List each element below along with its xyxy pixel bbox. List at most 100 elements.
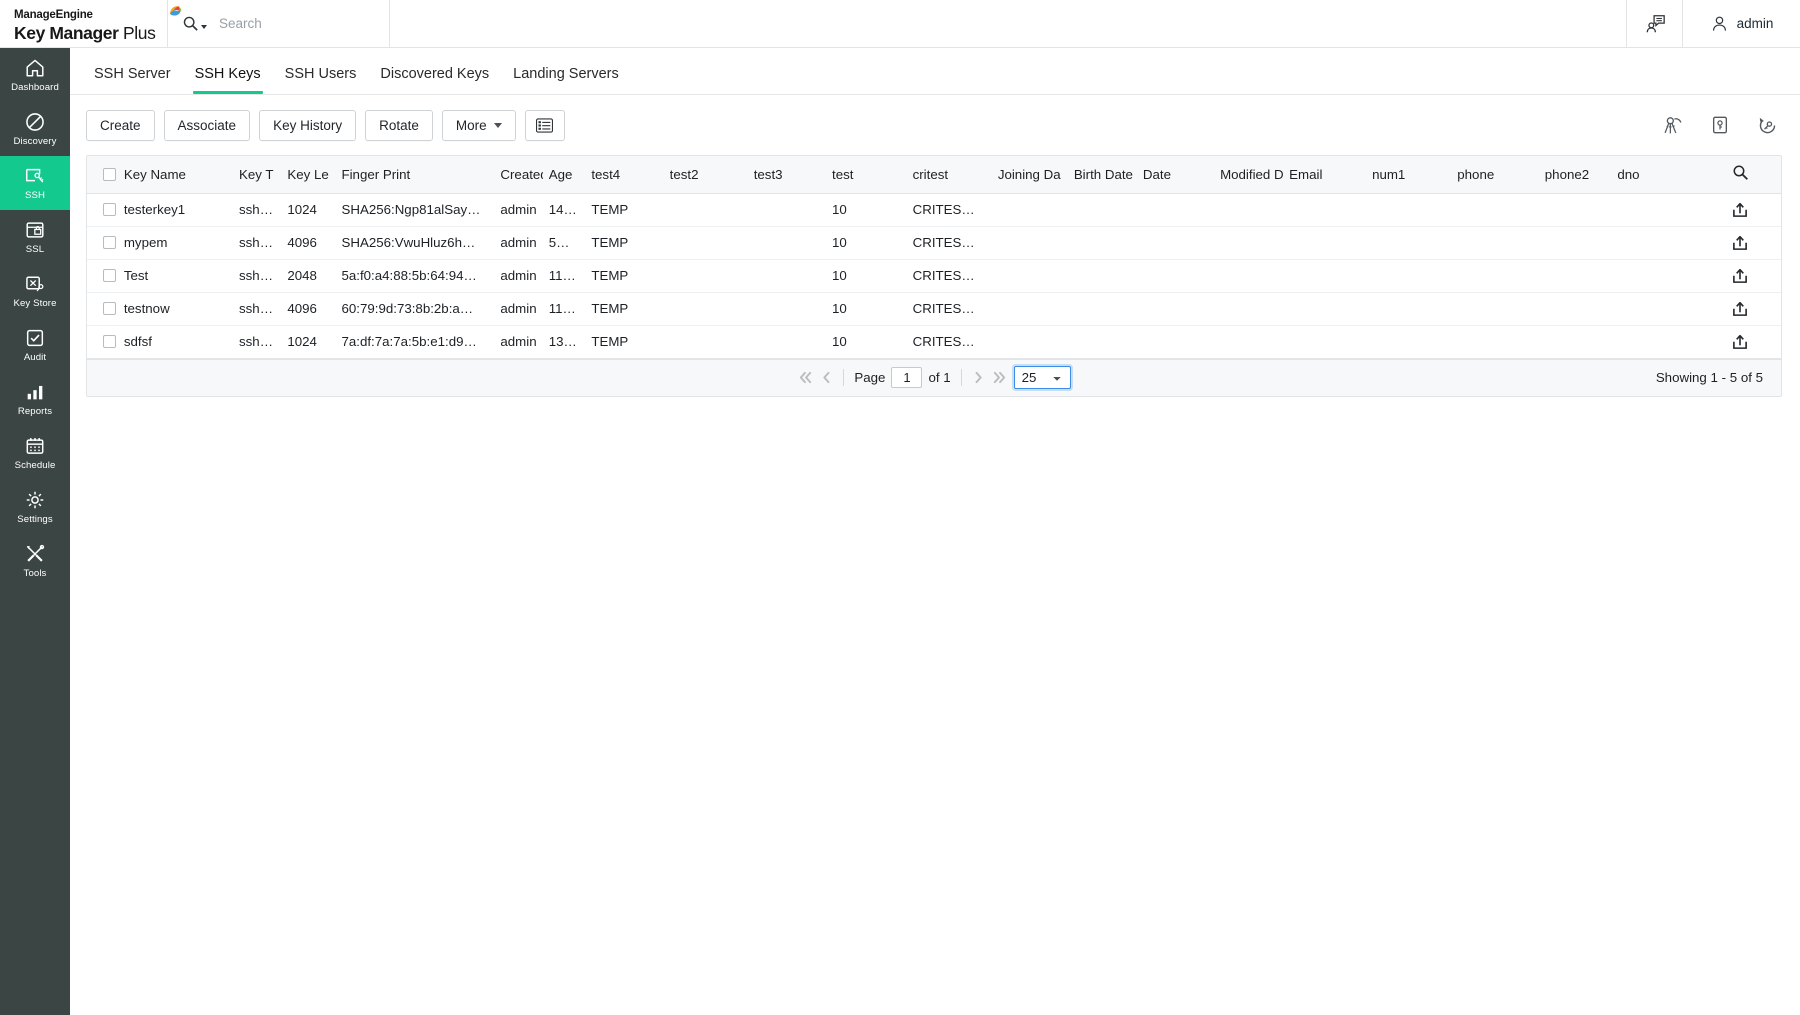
cell-test: 10 [832,325,913,359]
column-label: Created By [500,166,542,182]
cell-age: 14… [548,193,592,227]
page-label: Page [854,370,886,385]
home-icon [26,59,44,77]
column-header-test4: test4 [591,156,670,194]
cell-joining_date [997,259,1074,293]
sidebar-item-label: SSL [25,244,45,255]
row-checkbox[interactable] [103,236,116,249]
tab-discovered-keys[interactable]: Discovered Keys [368,66,501,94]
key-store-icon [26,276,44,292]
export-button[interactable] [1732,301,1748,317]
create-button[interactable]: Create [86,109,155,141]
table-head: Key Name Key T Key Le Finger Print Creat… [87,156,1781,194]
brand-company: ManageEngine [14,5,182,22]
cell-test3 [753,325,832,359]
prev-page-button[interactable] [820,371,833,384]
sidebar-item-reports[interactable]: Reports [0,372,70,426]
cell-finger_print: SHA256:Ngp81alSay… [341,193,501,227]
export-icon [1733,301,1748,316]
cell-test: 10 [832,193,913,227]
cell-age: 11… [548,292,592,326]
tab-ssh-server[interactable]: SSH Server [82,66,183,94]
table-row[interactable]: mypem ssh… 4096 SHA256:VwuHluz6h… admin 5… TEM… [87,226,1781,260]
cell-test4: TEMP [591,292,670,326]
sidebar-item-key-store[interactable]: Key Store [0,264,70,318]
cell-created_by: admin [500,193,549,227]
user-menu[interactable]: admin [1682,0,1800,47]
cell-date [1142,292,1221,326]
sidebar-item-schedule[interactable]: Schedule [0,426,70,480]
global-search[interactable] [168,0,390,47]
cell-key_name: mypem [123,226,239,260]
export-button[interactable] [1732,235,1748,251]
row-checkbox[interactable] [103,335,116,348]
page-size-select[interactable]: 255075100 [1013,366,1071,389]
cell-key_name: testnow [123,292,239,326]
key-card-button[interactable] [1705,111,1735,139]
tab-landing-servers[interactable]: Landing Servers [501,66,631,94]
sidebar-item-tools[interactable]: Tools [0,534,70,588]
cell-email [1289,325,1373,359]
select-all-checkbox[interactable] [103,167,116,181]
support-chat-button[interactable] [1626,0,1682,47]
row-checkbox[interactable] [103,203,116,216]
column-label: Finger Print [341,166,411,182]
sidebar-item-label: Key Store [13,298,57,309]
tab-ssh-users[interactable]: SSH Users [273,66,369,94]
sidebar-item-audit[interactable]: Audit [0,318,70,372]
export-button[interactable] [1732,268,1748,284]
table-row[interactable]: testerkey1 ssh… 1024 SHA256:Ngp81alSay… admi… [87,193,1781,227]
page-number-input[interactable] [891,367,923,388]
key-rotation-history-button[interactable] [1752,111,1782,139]
no-entry-icon [26,113,44,131]
view-toggle-button[interactable] [524,109,565,141]
search-icon [1733,165,1749,181]
last-page-button[interactable] [991,371,1008,384]
row-checkbox[interactable] [103,269,116,282]
cell-dno [1617,226,1733,260]
sidebar-item-ssl[interactable]: SSL [0,210,70,264]
column-header-key-type: Key T [239,156,288,194]
cell-modified_date [1220,325,1290,359]
column-label: phone [1457,166,1495,182]
pagination-divider [960,369,962,386]
export-button[interactable] [1732,334,1748,350]
search-input[interactable] [217,15,357,32]
table-row[interactable]: Test ssh… 2048 5a:f0:a4:88:5b:64:94… admin 11… [87,259,1781,293]
next-page-button[interactable] [972,371,985,384]
column-label: test3 [753,166,783,182]
column-header-test: test [832,156,913,194]
cell-critest: CRITES… [912,193,998,227]
sidebar-item-discovery[interactable]: Discovery [0,102,70,156]
table-row[interactable]: testnow ssh… 4096 60:79:9d:73:8b:2b:a… admin… [87,292,1781,326]
row-actions [1732,301,1762,317]
cell-num1 [1372,325,1458,359]
rotate-button[interactable]: Rotate [365,109,433,141]
tab-ssh-keys[interactable]: SSH Keys [183,66,273,94]
sidebar-item-ssh[interactable]: SSH [0,156,70,210]
row-checkbox[interactable] [103,302,116,315]
table-search-button[interactable] [1732,164,1749,181]
more-button[interactable]: More [441,109,516,141]
associate-button[interactable]: Associate [163,109,251,141]
table-row[interactable]: sdfsf ssh… 1024 7a:df:7a:7a:5b:e1:d9… admin 1… [87,325,1781,359]
calendar-icon [26,438,44,454]
key-history-button[interactable]: Key History [259,109,357,141]
brand-logo[interactable]: ManageEngine Key Manager Plus [0,0,182,47]
row-actions-cell [1732,259,1781,293]
keyring-button[interactable] [1658,111,1688,139]
first-page-button[interactable] [797,371,814,384]
column-label: Email [1289,166,1323,182]
cell-num1 [1372,226,1458,260]
cell-age: 13… [548,325,592,359]
search-dropdown-icon[interactable] [182,15,207,32]
cell-test: 10 [832,259,913,293]
sidebar-item-settings[interactable]: Settings [0,480,70,534]
cell-test2 [669,325,754,359]
column-header-joining-date: Joining Da [997,156,1074,194]
next-page-icon [975,371,982,384]
cell-phone2 [1544,226,1618,260]
export-button[interactable] [1732,202,1748,218]
sidebar-item-dashboard[interactable]: Dashboard [0,48,70,102]
